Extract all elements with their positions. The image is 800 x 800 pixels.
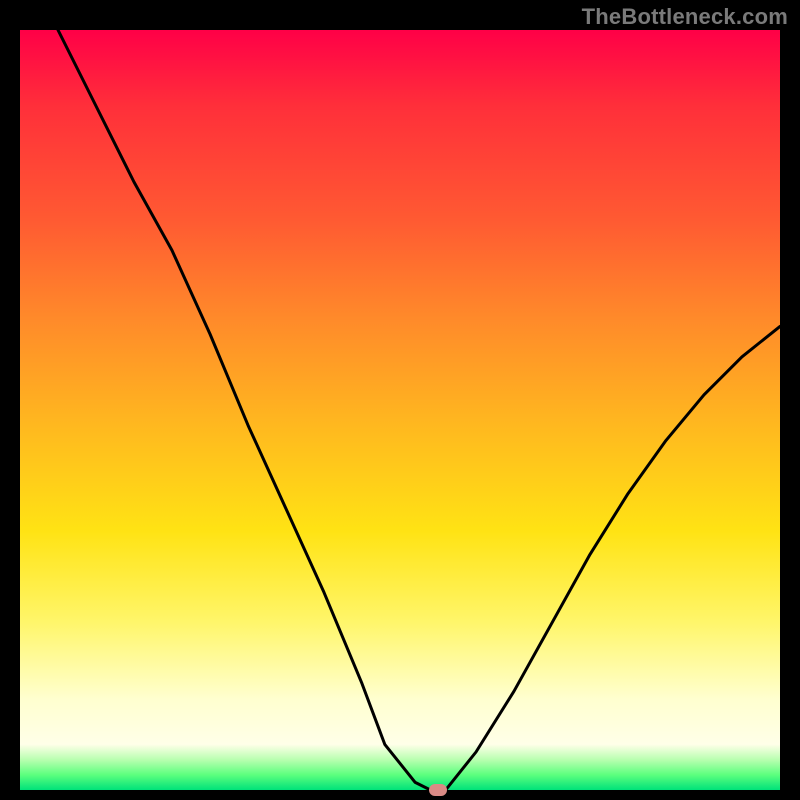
chart-frame: TheBottleneck.com <box>0 0 800 800</box>
optimum-marker <box>429 784 447 796</box>
attribution-label: TheBottleneck.com <box>582 4 788 30</box>
plot-area <box>20 30 780 790</box>
curve-layer <box>20 30 780 790</box>
bottleneck-curve <box>58 30 780 790</box>
